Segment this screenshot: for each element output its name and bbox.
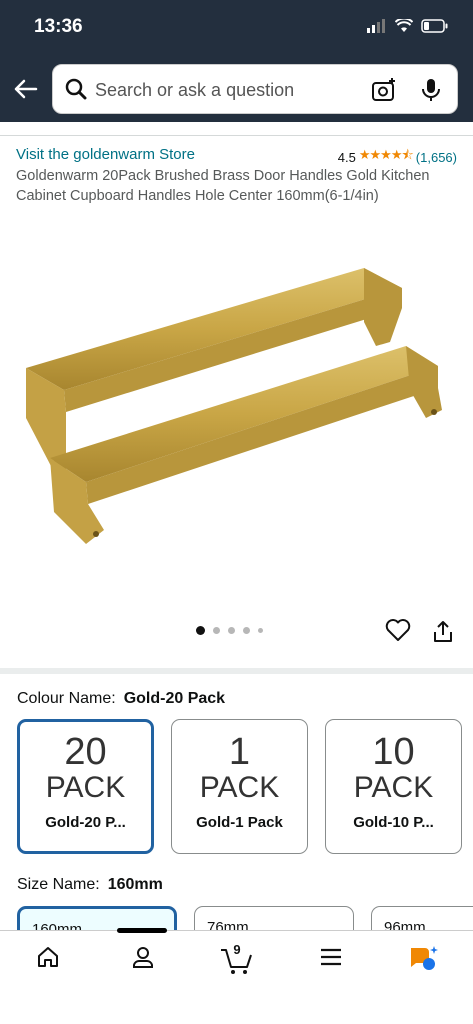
size-label-text: Size Name: bbox=[17, 876, 100, 893]
pagination-dot[interactable] bbox=[213, 627, 220, 634]
star-rating-icon: ★★★★⯪ bbox=[358, 147, 414, 162]
product-image[interactable] bbox=[14, 250, 454, 570]
wifi-icon bbox=[395, 19, 413, 32]
section-divider bbox=[0, 668, 473, 674]
heart-icon[interactable] bbox=[385, 618, 411, 642]
colour-option-20-pack[interactable]: 20 PACK Gold-20 P... bbox=[17, 719, 154, 854]
search-header: Search or ask a question bbox=[0, 56, 473, 122]
swatch-count: 10 bbox=[372, 731, 415, 773]
colour-option-10-pack[interactable]: 10 PACK Gold-10 P... bbox=[325, 719, 462, 854]
swatch-count: 20 bbox=[64, 731, 107, 773]
colour-selected: Gold-20 Pack bbox=[123, 690, 226, 707]
search-input[interactable]: Search or ask a question bbox=[52, 64, 458, 114]
pagination-dot[interactable] bbox=[258, 628, 263, 633]
menu-icon[interactable] bbox=[320, 945, 342, 969]
status-time: 13:36 bbox=[34, 16, 83, 37]
bottom-nav: 9 bbox=[0, 930, 473, 1024]
swatch-pack: PACK bbox=[45, 771, 126, 804]
review-count: (1,656) bbox=[415, 149, 457, 165]
swatch-pack: PACK bbox=[199, 771, 280, 804]
search-placeholder: Search or ask a question bbox=[95, 80, 295, 100]
swatch-name: Gold-10 P... bbox=[353, 814, 434, 831]
microphone-icon[interactable] bbox=[421, 77, 441, 103]
store-link[interactable]: Visit the goldenwarm Store bbox=[16, 146, 195, 163]
account-icon[interactable] bbox=[131, 945, 155, 969]
battery-icon bbox=[421, 19, 448, 33]
pagination-dot[interactable] bbox=[228, 627, 235, 634]
product-title: Goldenwarm 20Pack Brushed Brass Door Han… bbox=[16, 168, 430, 204]
size-label: Size Name: 160mm bbox=[17, 876, 163, 894]
home-indicator bbox=[117, 928, 167, 933]
swatch-count: 1 bbox=[228, 731, 251, 773]
share-icon[interactable] bbox=[432, 620, 454, 644]
pagination-dot[interactable] bbox=[196, 626, 205, 635]
status-bar: 13:36 bbox=[0, 0, 473, 56]
colour-label-text: Colour Name: bbox=[17, 690, 116, 707]
rufus-ai-icon[interactable] bbox=[408, 945, 438, 973]
home-icon[interactable] bbox=[36, 945, 60, 969]
header-divider bbox=[0, 122, 473, 136]
image-pagination[interactable] bbox=[196, 626, 263, 635]
colour-option-1-pack[interactable]: 1 PACK Gold-1 Pack bbox=[171, 719, 308, 854]
signal-icon bbox=[367, 19, 385, 33]
colour-label: Colour Name: Gold-20 Pack bbox=[17, 690, 225, 708]
rating-summary[interactable]: 4.5 ★★★★⯪ (1,656) bbox=[338, 146, 457, 168]
cart-count: 9 bbox=[233, 942, 241, 957]
status-icons bbox=[367, 19, 449, 33]
pagination-dot[interactable] bbox=[243, 627, 250, 634]
swatch-name: Gold-1 Pack bbox=[196, 814, 283, 831]
rating-value: 4.5 bbox=[337, 149, 356, 165]
cart-button[interactable]: 9 bbox=[220, 942, 254, 975]
swatch-pack: PACK bbox=[353, 771, 434, 804]
swatch-name: Gold-20 P... bbox=[45, 814, 126, 831]
size-selected: 160mm bbox=[107, 876, 163, 893]
camera-icon[interactable] bbox=[371, 77, 397, 103]
back-arrow-icon[interactable] bbox=[12, 76, 38, 102]
search-icon bbox=[65, 78, 87, 100]
